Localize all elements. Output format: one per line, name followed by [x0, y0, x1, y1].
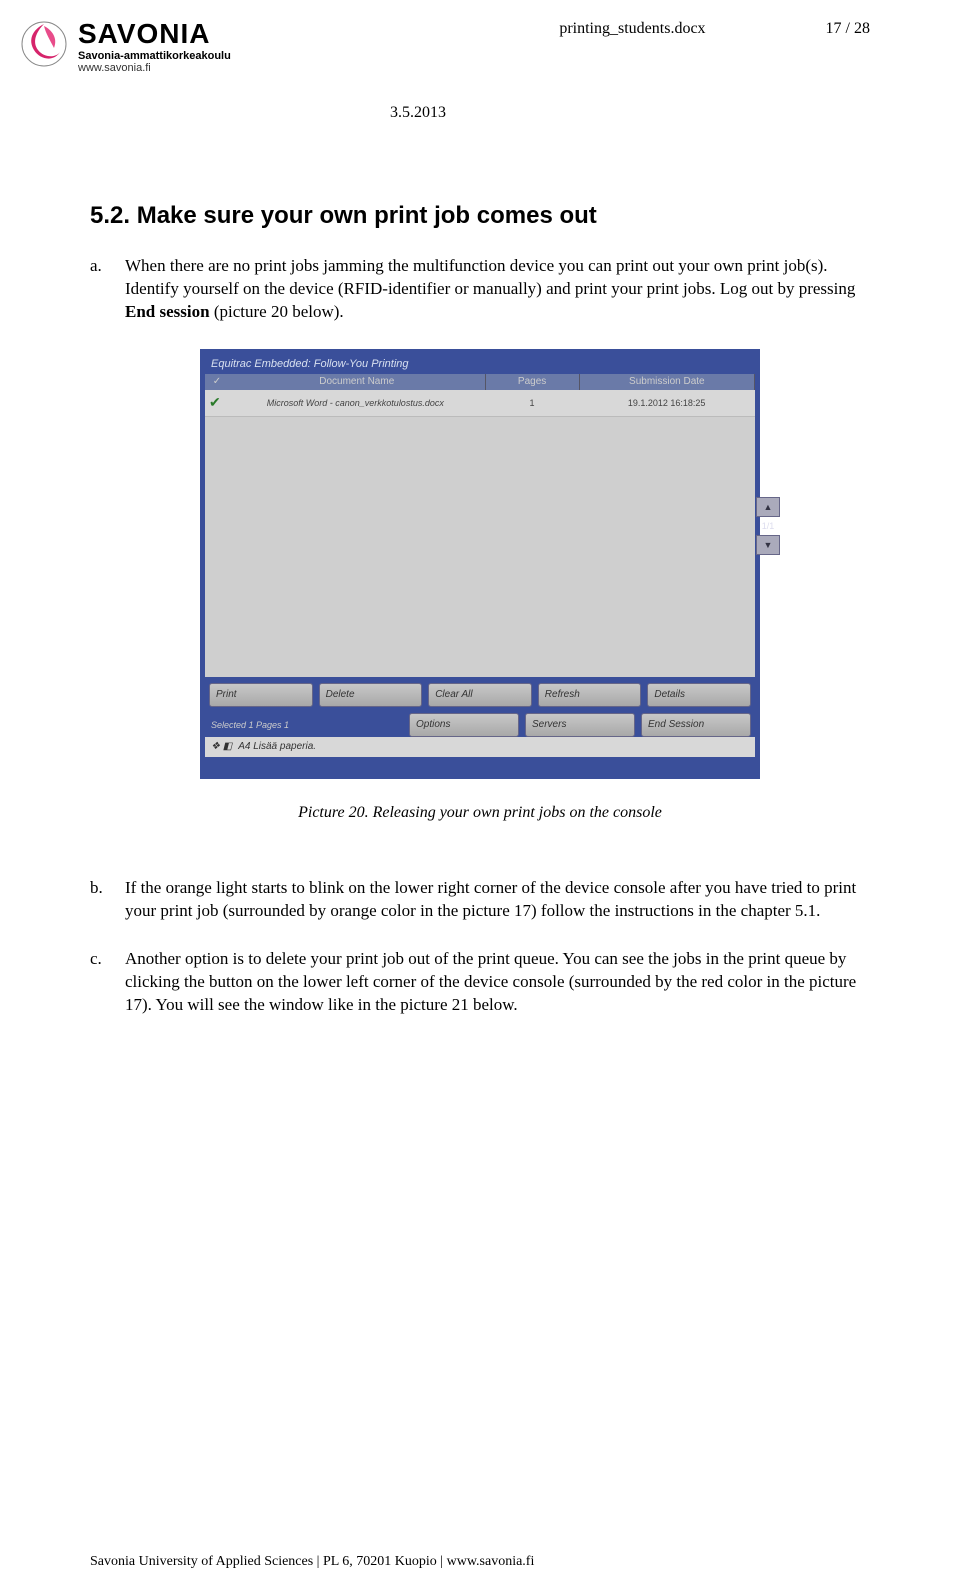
list-marker: b. [90, 877, 103, 900]
doc-date: 3.5.2013 [390, 104, 870, 122]
printer-console-screenshot: Equitrac Embedded: Follow-You Printing ✓… [200, 349, 760, 779]
ss-selected-label: Selected 1 Pages 1 [205, 718, 409, 732]
list-marker: c. [90, 948, 102, 971]
servers-button[interactable]: Servers [525, 713, 635, 737]
logo-text-sub2: www.savonia.fi [78, 62, 231, 74]
list-item-c: c. Another option is to delete your prin… [125, 948, 870, 1017]
ss-col-pages: Pages [486, 374, 580, 390]
ss-column-headers: ✓ Document Name Pages Submission Date [205, 374, 755, 390]
ss-job-date: 19.1.2012 16:18:25 [578, 398, 755, 408]
doc-filename: printing_students.docx [559, 20, 705, 38]
options-button[interactable]: Options [409, 713, 519, 737]
checkmark-icon: ✔ [205, 394, 225, 411]
ss-job-list-body: ▲ 1/1 ▼ [205, 417, 755, 677]
pager-text: 1/1 [762, 521, 775, 531]
page-indicator: 17 / 28 [826, 20, 870, 38]
header-meta: printing_students.docx 17 / 28 [559, 20, 870, 38]
print-button[interactable]: Print [209, 683, 313, 707]
ss-window-title: Equitrac Embedded: Follow-You Printing [205, 354, 755, 374]
details-button[interactable]: Details [647, 683, 751, 707]
refresh-button[interactable]: Refresh [538, 683, 642, 707]
logo-text-main: SAVONIA [78, 20, 231, 48]
ss-job-name: Microsoft Word - canon_verkkotulostus.do… [225, 398, 486, 408]
list-marker: a. [90, 255, 102, 278]
figure-20: Equitrac Embedded: Follow-You Printing ✓… [90, 349, 870, 779]
list-item-a: a. When there are no print jobs jamming … [125, 255, 870, 324]
logo-block: SAVONIA Savonia-ammattikorkeakoulu www.s… [20, 20, 231, 74]
ss-status-bar: ❖ ◧ A4 Lisää paperia. [205, 737, 755, 757]
bold-end-session: End session [125, 302, 210, 321]
paper-icon: ❖ ◧ [211, 741, 232, 752]
ss-job-pages: 1 [486, 398, 578, 408]
ss-job-row[interactable]: ✔ Microsoft Word - canon_verkkotulostus.… [205, 390, 755, 417]
figure-caption: Picture 20. Releasing your own print job… [90, 804, 870, 822]
logo-text-sub1: Savonia-ammattikorkeakoulu [78, 50, 231, 62]
clear-all-button[interactable]: Clear All [428, 683, 532, 707]
scroll-up-button[interactable]: ▲ [756, 497, 780, 517]
delete-button[interactable]: Delete [319, 683, 423, 707]
end-session-button[interactable]: End Session [641, 713, 751, 737]
ss-status-text: A4 Lisää paperia. [238, 741, 316, 752]
scroll-down-button[interactable]: ▼ [756, 535, 780, 555]
savonia-logo-icon [20, 20, 68, 68]
ss-col-docname: Document Name [229, 374, 486, 390]
page-footer: Savonia University of Applied Sciences |… [90, 1554, 534, 1570]
list-item-b: b. If the orange light starts to blink o… [125, 877, 870, 923]
ss-col-date: Submission Date [580, 374, 755, 390]
section-title: 5.2. Make sure your own print job comes … [90, 202, 870, 230]
